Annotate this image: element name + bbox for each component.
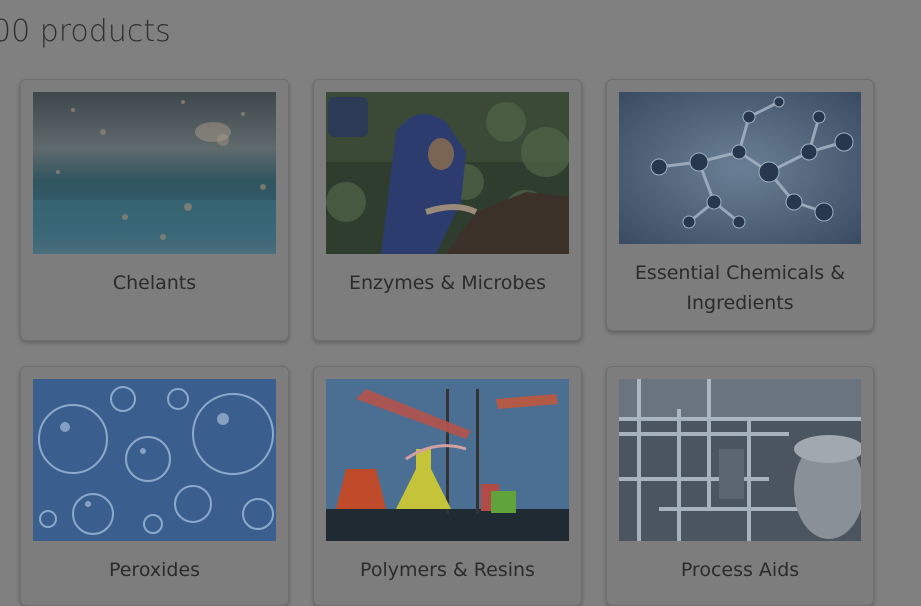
product-label: Enzymes & Microbes — [348, 272, 547, 294]
product-card-essential-chemicals[interactable]: Essential Chemicals & Ingredients — [606, 79, 874, 331]
product-card-chelants[interactable]: Chelants — [20, 79, 289, 341]
molecule-structure-image — [619, 92, 861, 244]
product-label: Process Aids — [680, 559, 800, 581]
product-card-peroxides[interactable]: Peroxides — [20, 366, 289, 606]
product-card-process-aids[interactable]: Process Aids — [606, 366, 874, 606]
water-droplets-image — [33, 92, 276, 254]
product-label: Polymers & Resins — [360, 559, 535, 581]
product-card-enzymes-microbes[interactable]: Enzymes & Microbes — [313, 79, 582, 341]
product-card-polymers-resins[interactable]: Polymers & Resins — [313, 366, 582, 606]
product-label: Essential Chemicals & Ingredients — [634, 262, 846, 314]
lab-glassware-image — [326, 379, 569, 541]
product-label: Peroxides — [108, 559, 201, 581]
industrial-pipes-image — [619, 379, 861, 541]
product-label: Chelants — [112, 272, 197, 294]
hiker-forest-image — [326, 92, 569, 254]
results-count: 00 products — [0, 14, 171, 49]
bubbles-image — [33, 379, 276, 541]
